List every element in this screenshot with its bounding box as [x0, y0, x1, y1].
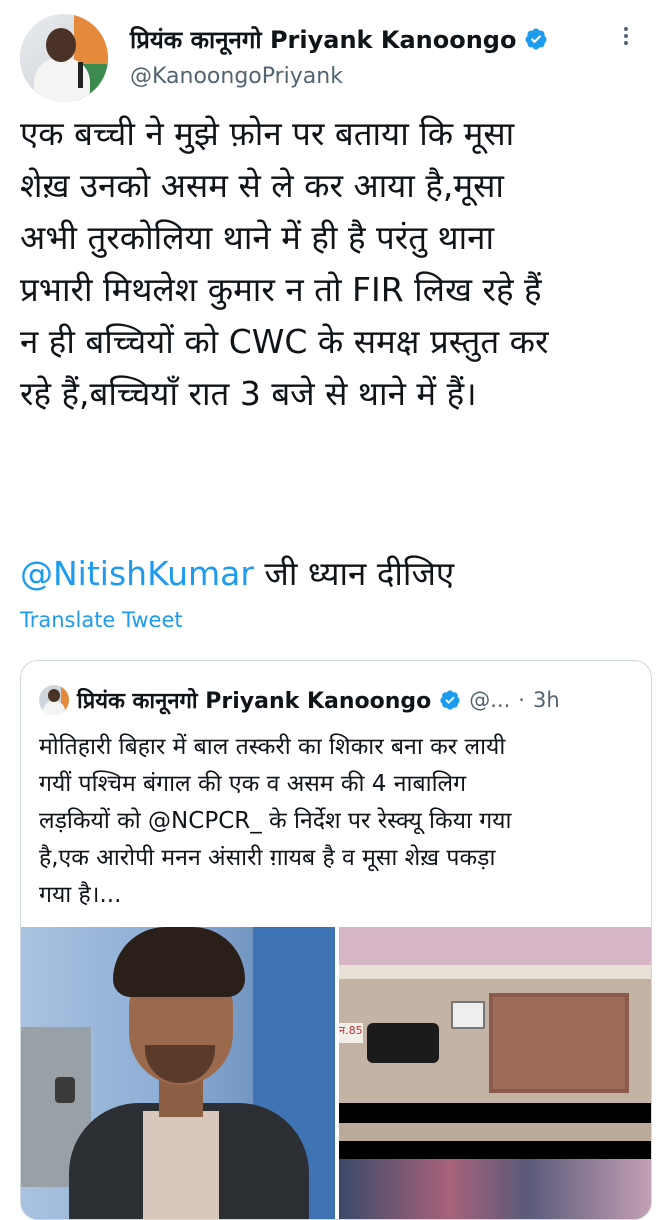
quoted-author-avatar: [39, 685, 69, 715]
tweet-header: प्रियंक कानूनगो Priyank Kanoongo @Kanoon…: [20, 14, 650, 104]
photo-wall-tag: न.85: [339, 1023, 363, 1043]
author-name-line: प्रियंक कानूनगो Priyank Kanoongo: [130, 22, 548, 56]
quoted-author-name: प्रियंक कानूनगो Priyank Kanoongo: [77, 689, 432, 714]
translate-tweet-link[interactable]: Translate Tweet: [20, 608, 183, 632]
quoted-text-line: गया है।...: [39, 882, 122, 908]
author-avatar[interactable]: [20, 14, 108, 102]
quoted-timestamp: 3h: [532, 688, 560, 712]
tweet-text-line: अभी तुरकोलिया थाने में ही है परंतु थाना: [20, 218, 495, 257]
quoted-tweet-header: प्रियंक कानूनगो Priyank Kanoongo @... · …: [39, 683, 560, 717]
quoted-photo-young-man[interactable]: [21, 927, 335, 1219]
tweet-body: एक बच्ची ने मुझे फ़ोन पर बताया कि मूसा श…: [20, 108, 656, 420]
more-options-icon[interactable]: [614, 24, 638, 48]
mention-suffix: जी ध्यान दीजिए: [253, 554, 455, 593]
tweet-text-line: एक बच्ची ने मुझे फ़ोन पर बताया कि मूसा: [20, 114, 515, 153]
quoted-tweet-card[interactable]: प्रियंक कानूनगो Priyank Kanoongo @... · …: [20, 660, 652, 1220]
quoted-text-line: गयीं पश्चिम बंगाल की एक व असम की 4 नाबाल…: [39, 771, 467, 797]
author-display-name[interactable]: प्रियंक कानूनगो Priyank Kanoongo: [130, 23, 516, 56]
quoted-text-line: लड़कियों को @NCPCR_ के निर्देश पर रेस्क्…: [39, 808, 512, 834]
author-handle[interactable]: @KanoongoPriyank: [130, 64, 343, 89]
verified-badge-icon: [440, 690, 460, 710]
quoted-text-line: मोतिहारी बिहार में बाल तस्करी का शिकार ब…: [39, 734, 506, 760]
mention-line: @NitishKumar जी ध्यान दीजिए: [20, 548, 454, 600]
quoted-text-line: है,एक आरोपी मनन अंसारी ग़ायब है व मूसा श…: [39, 845, 496, 871]
mention-link[interactable]: @NitishKumar: [20, 554, 254, 593]
tweet-text-line: न ही बच्चियों को CWC के समक्ष प्रस्तुत क…: [20, 322, 549, 361]
tweet-text-line: रहे हैं,बच्चियाँ रात 3 बजे से थाने में ह…: [20, 374, 477, 413]
tweet-text-line: प्रभारी मिथलेश कुमार न तो FIR लिख रहे है…: [20, 270, 542, 309]
quoted-photo-room-interior[interactable]: न.85: [339, 927, 651, 1219]
tweet-text-line: शेख़ उनको असम से ले कर आया है,मूसा: [20, 166, 504, 205]
quoted-tweet-body: मोतिहारी बिहार में बाल तस्करी का शिकार ब…: [39, 729, 639, 914]
separator-dot: ·: [518, 688, 525, 712]
verified-badge-icon: [525, 28, 547, 50]
quoted-author-handle: @...: [469, 688, 511, 712]
